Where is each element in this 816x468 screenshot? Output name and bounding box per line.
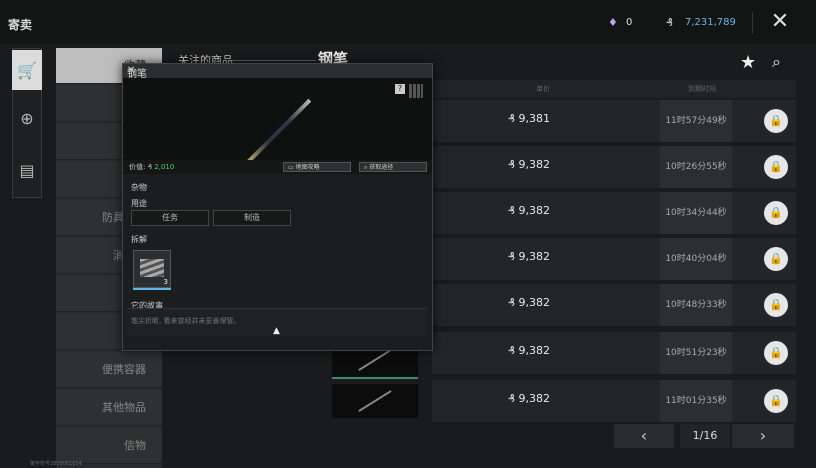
table-row[interactable]: ₰ 9,382 10时40分04秒 🔒 (432, 238, 796, 280)
get-source-button[interactable]: ⌕ 获取途径 (359, 162, 427, 172)
expire-time: 11时57分49秒 (660, 100, 732, 142)
table-row[interactable]: ₰ 9,382 10时34分44秒 🔒 (432, 192, 796, 234)
popup-titlebar[interactable]: 钢笔 ✕ (123, 64, 432, 80)
dismantle-label: 拆解 (131, 235, 147, 244)
currency-amount: 7,231,789 (685, 17, 736, 28)
price: ₰ 9,382 (508, 392, 550, 405)
price: ₰ 9,382 (508, 158, 550, 171)
value-row: 价值: ₰ 2,010 ▭ 地图攻略 ⌕ 获取途径 (123, 160, 432, 174)
expire-time: 10时26分55秒 (660, 146, 732, 188)
divider (232, 60, 316, 61)
coin-icon: ₰ (666, 16, 673, 29)
lock-icon[interactable]: 🔒 (764, 247, 788, 271)
category-tokens[interactable]: 信物 (56, 428, 162, 464)
page-indicator: 1/16 (680, 424, 730, 448)
selection-underline (332, 377, 418, 379)
lock-icon[interactable]: 🔒 (764, 201, 788, 225)
item-detail-popup: 钢笔 ✕ ? 价值: ₰ 2,010 ▭ 地图攻略 ⌕ 获取途径 杂物 用途 任务… (122, 63, 433, 351)
lock-icon[interactable]: 🔒 (764, 155, 788, 179)
material-icon (140, 259, 164, 277)
price: ₰ 9,382 (508, 296, 550, 309)
story-text: 笔尖折断, 看来曾经并未妥善保管。 (131, 317, 241, 325)
value-text: 价值: ₰ 2,010 (129, 163, 175, 171)
price: ₰ 9,382 (508, 204, 550, 217)
table-row[interactable]: ₰ 9,382 10时51分23秒 🔒 (432, 332, 796, 374)
category-other[interactable]: 其他物品 (56, 390, 162, 426)
pager: ‹ 1/16 › (614, 424, 794, 448)
cart-plus-icon[interactable]: ⊕ (12, 98, 42, 138)
expand-icon[interactable]: ▲ (273, 326, 280, 336)
use-label: 用途 (131, 199, 147, 208)
expire-time: 10时34分44秒 (660, 192, 732, 234)
lock-icon[interactable]: 🔒 (764, 389, 788, 413)
table-row[interactable]: ₰ 9,382 10时26分55秒 🔒 (432, 146, 796, 188)
clipboard-icon[interactable]: ▤ (12, 150, 42, 190)
lock-icon[interactable]: 🔒 (764, 293, 788, 317)
divider (752, 12, 753, 34)
lock-icon[interactable]: 🔒 (764, 109, 788, 133)
expire-time: 10时51分23秒 (660, 332, 732, 374)
task-button[interactable]: 任务 (131, 210, 209, 226)
item-type: 杂物 (131, 183, 147, 192)
page-title: 寄卖 (8, 18, 33, 32)
table-row[interactable]: ₰ 9,381 11时57分49秒 🔒 (432, 100, 796, 142)
category-containers[interactable]: 便携容器 (56, 352, 162, 388)
close-icon[interactable]: ✕ (127, 65, 428, 76)
gem-count: 0 (626, 17, 633, 28)
price: ₰ 9,382 (508, 344, 550, 357)
col-price[interactable]: 单价 (536, 84, 550, 94)
help-icon[interactable]: ? (395, 84, 405, 94)
material-slot[interactable]: 3 (133, 250, 171, 288)
grid-icon[interactable] (409, 84, 423, 98)
expire-time: 10时40分04秒 (660, 238, 732, 280)
item-thumbnail (332, 384, 418, 418)
chevron-right-icon[interactable]: › (732, 424, 794, 448)
cart-icon[interactable]: 🛒 (12, 50, 42, 90)
price: ₰ 9,381 (508, 112, 550, 125)
gem-icon: ♦ (608, 16, 618, 29)
lock-icon[interactable]: 🔒 (764, 341, 788, 365)
chevron-left-icon[interactable]: ‹ (614, 424, 674, 448)
selection-underline (133, 288, 171, 290)
expire-time: 10时48分33秒 (660, 284, 732, 326)
craft-button[interactable]: 制造 (213, 210, 291, 226)
search-icon[interactable]: ⌕ (772, 52, 781, 72)
map-guide-button[interactable]: ▭ 地图攻略 (283, 162, 351, 172)
close-icon[interactable]: ✕ (768, 10, 792, 34)
table-header: 单价 到期时间 (432, 80, 796, 98)
table-row[interactable]: ₰ 9,382 11时01分35秒 🔒 (432, 380, 796, 422)
star-icon[interactable]: ★ (740, 52, 756, 73)
table-row[interactable]: ₰ 9,382 10时48分33秒 🔒 (432, 284, 796, 326)
expire-time: 11时01分35秒 (660, 380, 732, 422)
col-expire[interactable]: 到期时间 (688, 84, 716, 94)
price: ₰ 9,382 (508, 250, 550, 263)
footer-text: 某字符号2809061654 (30, 461, 82, 467)
material-count: 3 (163, 278, 168, 286)
